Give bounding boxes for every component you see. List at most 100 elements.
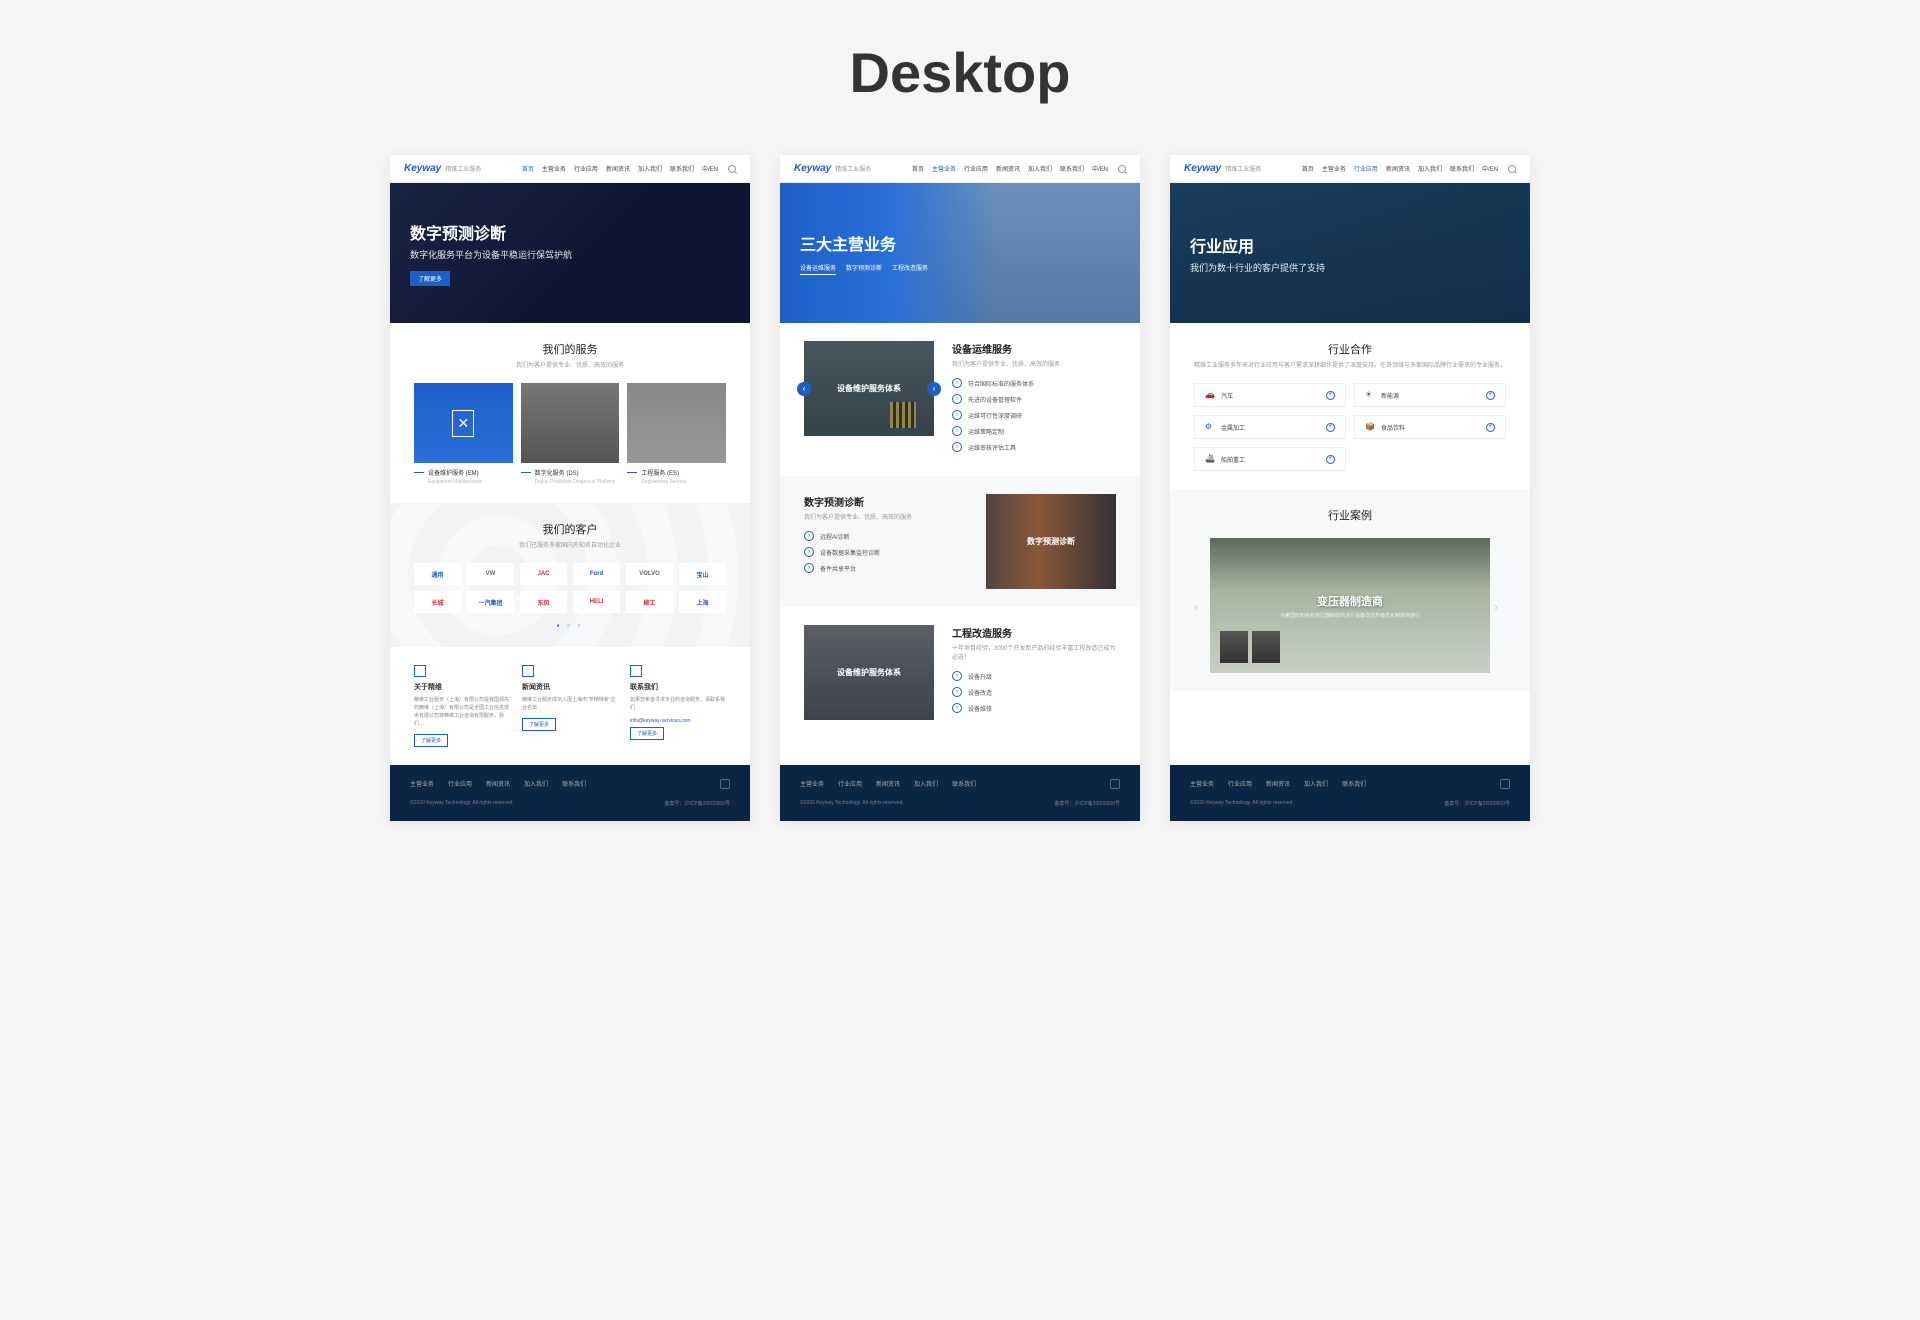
- search-icon[interactable]: [1508, 165, 1516, 173]
- footer-link[interactable]: 主营业务: [1190, 779, 1214, 788]
- list-item[interactable]: 设备升级: [952, 671, 1116, 681]
- nav-contact[interactable]: 联系我们: [1060, 164, 1084, 173]
- nav-join[interactable]: 加入我们: [638, 164, 662, 173]
- nav-join[interactable]: 加入我们: [1028, 164, 1052, 173]
- wechat-icon[interactable]: [1110, 779, 1120, 789]
- industry-item-food[interactable]: 📦 食品饮料 +: [1354, 415, 1506, 439]
- sun-icon: ☀: [1365, 390, 1375, 400]
- hero-tab[interactable]: 数字预测诊断: [846, 261, 882, 275]
- logo[interactable]: Keyway: [794, 163, 831, 174]
- footer-link[interactable]: 行业应用: [448, 779, 472, 788]
- wechat-icon[interactable]: [1500, 779, 1510, 789]
- hero-tab[interactable]: 设备运维服务: [800, 261, 836, 275]
- wechat-icon[interactable]: [720, 779, 730, 789]
- expand-icon[interactable]: +: [1486, 423, 1495, 432]
- hero-cta-button[interactable]: 了解更多: [410, 271, 450, 286]
- nav-industry[interactable]: 行业应用: [1354, 164, 1378, 173]
- footer-link[interactable]: 新闻资讯: [486, 779, 510, 788]
- learn-more-button[interactable]: 了解更多: [522, 718, 556, 731]
- learn-more-button[interactable]: 了解更多: [414, 734, 448, 747]
- expand-icon[interactable]: +: [1326, 391, 1335, 400]
- nav-news[interactable]: 新闻资讯: [1386, 164, 1410, 173]
- service-card-digital[interactable]: 数字化服务 (DS) Digital Predictive Diagnosis …: [521, 383, 620, 485]
- footer-link[interactable]: 联系我们: [562, 779, 586, 788]
- list-item[interactable]: 运维可行性深度调研: [952, 410, 1116, 420]
- customer-logo: VOLVO: [626, 563, 673, 585]
- learn-more-button[interactable]: 了解更多: [630, 727, 664, 740]
- footer-link[interactable]: 加入我们: [914, 779, 938, 788]
- industry-item-auto[interactable]: 🚗 汽车 +: [1194, 383, 1346, 407]
- service-card-maintenance[interactable]: 设备维护服务 (EM) Equipment Maintenance: [414, 383, 513, 485]
- next-arrow-icon[interactable]: ›: [927, 382, 941, 396]
- list-item[interactable]: 先进的设备管理软件: [952, 394, 1116, 404]
- footer-link[interactable]: 加入我们: [524, 779, 548, 788]
- section-subtitle: 我们已服务多家国内外知名自动化企业: [414, 540, 726, 549]
- nav-lang[interactable]: 中/EN: [702, 164, 718, 173]
- logo[interactable]: Keyway: [404, 163, 441, 174]
- nav-home[interactable]: 首页: [912, 164, 924, 173]
- service-card-engineering[interactable]: 工程服务 (ES) Engineering Service: [627, 383, 726, 485]
- nav-join[interactable]: 加入我们: [1418, 164, 1442, 173]
- list-item[interactable]: 远程AI诊断: [804, 531, 968, 541]
- list-item[interactable]: 设备维修: [952, 703, 1116, 713]
- search-icon[interactable]: [1118, 165, 1126, 173]
- footer-link[interactable]: 行业应用: [1228, 779, 1252, 788]
- list-item[interactable]: 运维审核评估工具: [952, 442, 1116, 452]
- customer-logo: JAC: [520, 563, 567, 585]
- hero-banner: 行业应用 我们为数十行业的客户提供了支持: [1170, 183, 1530, 323]
- prev-arrow-icon[interactable]: ‹: [1194, 600, 1206, 612]
- industry-item-metal[interactable]: ⚙ 金属加工 +: [1194, 415, 1346, 439]
- footer-link[interactable]: 加入我们: [1304, 779, 1328, 788]
- customers-section: 我们的客户 我们已服务多家国内外知名自动化企业 通用 VW JAC Ford V…: [390, 503, 750, 647]
- nav-business[interactable]: 主营业务: [932, 164, 956, 173]
- nav-contact[interactable]: 联系我们: [1450, 164, 1474, 173]
- expand-icon[interactable]: +: [1326, 423, 1335, 432]
- footer-link[interactable]: 联系我们: [1342, 779, 1366, 788]
- expand-icon[interactable]: +: [1486, 391, 1495, 400]
- footer-link[interactable]: 行业应用: [838, 779, 862, 788]
- expand-icon[interactable]: +: [1326, 455, 1335, 464]
- list-item[interactable]: 设备数据采集监控诊断: [804, 547, 968, 557]
- bullet-icon: [952, 426, 962, 436]
- row-engineering: 设备维护服务体系 工程改造服务 十年项目经验，3000个开发新产品的经验丰富工程…: [780, 607, 1140, 738]
- prev-arrow-icon[interactable]: ‹: [797, 382, 811, 396]
- nav-home[interactable]: 首页: [1302, 164, 1314, 173]
- nav-business[interactable]: 主营业务: [1322, 164, 1346, 173]
- next-arrow-icon[interactable]: ›: [1494, 600, 1506, 612]
- nav-news[interactable]: 新闻资讯: [606, 164, 630, 173]
- nav-home[interactable]: 首页: [522, 164, 534, 173]
- footer-link[interactable]: 联系我们: [952, 779, 976, 788]
- list-item[interactable]: 符合国际标准的服务体系: [952, 378, 1116, 388]
- industry-item-ship[interactable]: 🚢 船舶重工 +: [1194, 447, 1346, 471]
- nav-news[interactable]: 新闻资讯: [996, 164, 1020, 173]
- case-image[interactable]: 变压器制造商 为某国际知名的变压器制造商进行设备改造升级优化制造商进行: [1210, 538, 1490, 673]
- email-link[interactable]: info@keyway-services.com: [630, 718, 726, 724]
- list-item[interactable]: 设备改造: [952, 687, 1116, 697]
- search-icon[interactable]: [728, 165, 736, 173]
- nav-lang[interactable]: 中/EN: [1092, 164, 1108, 173]
- logo[interactable]: Keyway: [1184, 163, 1221, 174]
- nav-industry[interactable]: 行业应用: [964, 164, 988, 173]
- nav-lang[interactable]: 中/EN: [1482, 164, 1498, 173]
- footer-link[interactable]: 新闻资讯: [1266, 779, 1290, 788]
- service-label-sub: Equipment Maintenance: [428, 479, 513, 485]
- carousel-dots[interactable]: ● ○ ○: [414, 623, 726, 629]
- customer-logo: 上海: [679, 591, 726, 613]
- bullet-icon: [952, 442, 962, 452]
- nav-industry[interactable]: 行业应用: [574, 164, 598, 173]
- list-item[interactable]: 备件共享平台: [804, 563, 968, 573]
- nav-business[interactable]: 主营业务: [542, 164, 566, 173]
- footer-link[interactable]: 新闻资讯: [876, 779, 900, 788]
- info-text: 如果您希望寻求专业的咨询服务，请联系我们: [630, 696, 726, 712]
- hero-tab[interactable]: 工程改造服务: [892, 261, 928, 275]
- list-item[interactable]: 运维策略定制: [952, 426, 1116, 436]
- customer-logo: 东风: [520, 591, 567, 613]
- nav-contact[interactable]: 联系我们: [670, 164, 694, 173]
- footer-link[interactable]: 主营业务: [410, 779, 434, 788]
- logo-subtitle: 精维工业服务: [1225, 164, 1261, 173]
- nav-menu: 首页 主营业务 行业应用 新闻资讯 加入我们 联系我们 中/EN: [912, 164, 1108, 173]
- bullet-icon: [952, 687, 962, 697]
- industry-item-energy[interactable]: ☀ 新能源 +: [1354, 383, 1506, 407]
- footer-link[interactable]: 主营业务: [800, 779, 824, 788]
- section-title: 我们的客户: [414, 521, 726, 537]
